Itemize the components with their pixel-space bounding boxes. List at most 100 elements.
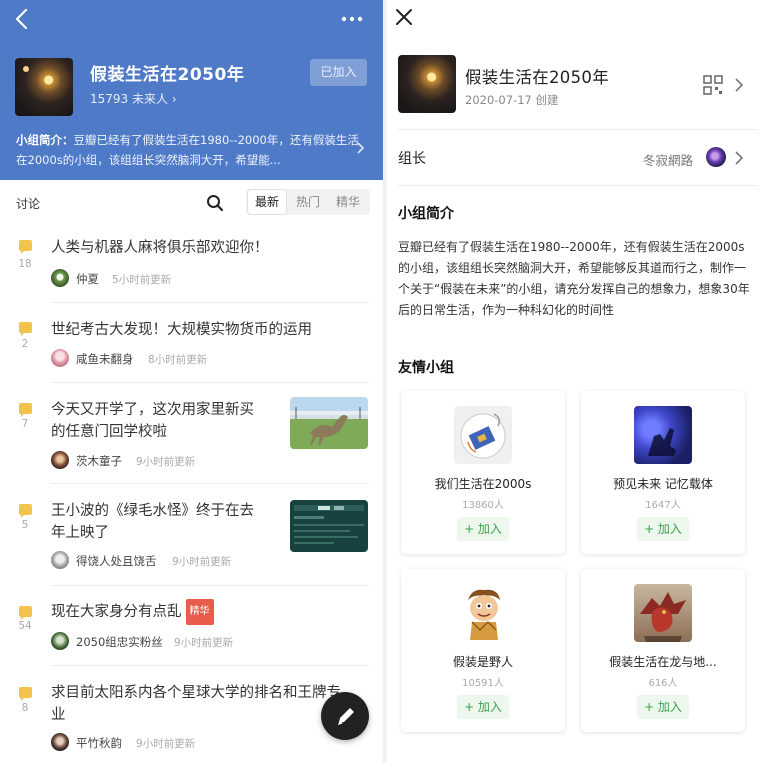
comment-count: 18 [18,258,32,270]
friend-group-avatar [454,584,512,642]
join-button[interactable]: + 加入 [637,695,689,719]
friend-group-avatar [634,584,692,642]
avatar[interactable] [51,269,69,287]
close-icon[interactable] [395,8,413,26]
comment-bubble-icon [19,687,32,701]
created-date: 2020-07-17 创建 [465,93,559,107]
chevron-right-icon[interactable] [356,141,366,155]
divider [398,185,758,186]
comment-bubble-icon [19,403,32,417]
friend-group-members: 13860人 [462,500,504,511]
friend-group-name: 预见未来 记忆载体 [613,477,713,491]
divider [51,483,369,484]
friend-group-name: 假装是野人 [452,655,513,669]
friend-group-name: 假装生活在龙与地... [609,655,717,669]
essence-badge: 精华 [185,599,214,625]
friend-group-name: 我们生活在2000s [434,477,532,491]
avatar[interactable] [51,451,69,469]
post-title-line[interactable]: 的任意门回学校啦 [51,420,167,444]
group-intro-summary[interactable]: 小组简介：豆瓣已经有了假装生活在1980--2000年，还有假装生活在2000s… [16,130,361,170]
post-time: 9小时前更新 [172,556,232,568]
friend-groups-heading: 友情小组 [398,360,454,376]
friend-group-card[interactable]: 假装生活在龙与地... 616人 + 加入 [581,569,745,732]
post-title[interactable]: 世纪考古大发现！大规模实物货币的运用 [51,318,312,342]
compose-button[interactable] [321,692,369,740]
back-icon[interactable] [12,8,32,30]
qr-code-icon[interactable] [703,75,723,95]
intro-label: 小组简介： [16,133,74,147]
join-button[interactable]: + 加入 [637,517,689,541]
chevron-right-icon[interactable] [735,78,743,92]
post-author[interactable]: 2050组忠实粉丝 [76,634,163,650]
post-title-line[interactable]: 今天又开学了，这次用家里新买 [51,398,254,422]
group-avatar [398,55,456,113]
sort-hot-tab[interactable]: 热门 [288,189,328,215]
friend-group-members: 616人 [648,678,678,689]
post-author[interactable]: 茨木童子 [76,453,122,469]
discussion-tabbar: 讨论 最新 热门 精华 [0,180,383,224]
avatar[interactable] [51,632,69,650]
post-title: 现在大家身分有点乱 [51,604,182,620]
comment-bubble-icon [19,322,32,336]
divider [51,665,369,666]
group-avatar [15,58,73,116]
chevron-right-icon: › [171,92,177,106]
discuss-tab[interactable]: 讨论 [16,195,40,212]
comment-count: 54 [18,620,32,632]
comment-count: 5 [21,519,29,531]
post-author[interactable]: 得饶人处且饶舌 [76,553,157,569]
group-home-panel: 假装生活在2050年 15793 未来人 › 已加入 小组简介：豆瓣已经有了假装… [0,0,383,763]
member-count-link[interactable]: 15793 未来人 › [90,90,177,107]
post-title-line[interactable]: 王小波的《绿毛水怪》终于在去 [51,499,254,523]
intro-heading: 小组简介 [398,206,454,222]
divider [398,129,758,130]
post-author[interactable]: 咸鱼未翻身 [76,351,134,367]
group-info-panel: 假装生活在2050年 2020-07-17 创建 组长 冬寂網路 小组简介 豆瓣… [387,0,770,763]
friend-group-avatar [634,406,692,464]
divider [51,302,369,303]
post-thumbnail-dinosaur[interactable] [290,397,368,449]
search-icon[interactable] [205,193,225,213]
comment-count: 2 [21,338,29,350]
friend-group-members: 10591人 [462,678,504,689]
pencil-icon [338,708,354,725]
friend-group-card[interactable]: 我们生活在2000s 13860人 + 加入 [401,391,565,554]
group-intro: 豆瓣已经有了假装生活在1980--2000年，还有假装生活在2000s的小组，该… [398,240,750,317]
leader-name[interactable]: 冬寂網路 [643,150,693,169]
post-author[interactable]: 仲夏 [76,271,99,287]
divider [51,382,369,383]
friend-group-card[interactable]: 预见未来 记忆载体 1647人 + 加入 [581,391,745,554]
avatar[interactable] [51,349,69,367]
comment-count: 8 [21,702,29,714]
comment-bubble-icon [19,606,32,620]
friend-group-avatar [454,406,512,464]
group-title: 假装生活在2050年 [465,68,609,87]
comment-bubble-icon [19,240,32,254]
avatar[interactable] [51,551,69,569]
post-title-row[interactable]: 现在大家身分有点乱 精华 [51,599,214,625]
sort-latest-tab[interactable]: 最新 [247,189,287,215]
post-thumbnail-screenshot[interactable] [290,500,368,552]
post-time: 8小时前更新 [148,354,208,366]
chevron-right-icon[interactable] [735,151,743,165]
comment-count: 7 [21,418,29,430]
leader-label: 组长 [398,151,426,167]
post-title-line[interactable]: 业 [51,703,66,727]
sort-essence-tab[interactable]: 精华 [328,189,368,215]
post-title[interactable]: 人类与机器人麻将俱乐部欢迎你！ [51,236,269,260]
member-count: 15793 未来人 [90,92,168,106]
friend-group-card[interactable]: 假装是野人 10591人 + 加入 [401,569,565,732]
join-button[interactable]: + 加入 [457,517,509,541]
comment-bubble-icon [19,504,32,518]
joined-button[interactable]: 已加入 [310,59,367,86]
post-author[interactable]: 平竹秋韵 [76,735,122,751]
join-button[interactable]: + 加入 [457,695,509,719]
post-time: 9小时前更新 [174,637,234,649]
avatar[interactable] [51,733,69,751]
group-title: 假装生活在2050年 [90,65,245,85]
avatar[interactable] [706,147,726,167]
post-title-line[interactable]: 年上映了 [51,521,109,545]
more-dots-icon[interactable] [340,10,364,28]
sort-segmented-control: 最新 热门 精华 [246,189,370,215]
friend-group-members: 1647人 [645,500,681,511]
